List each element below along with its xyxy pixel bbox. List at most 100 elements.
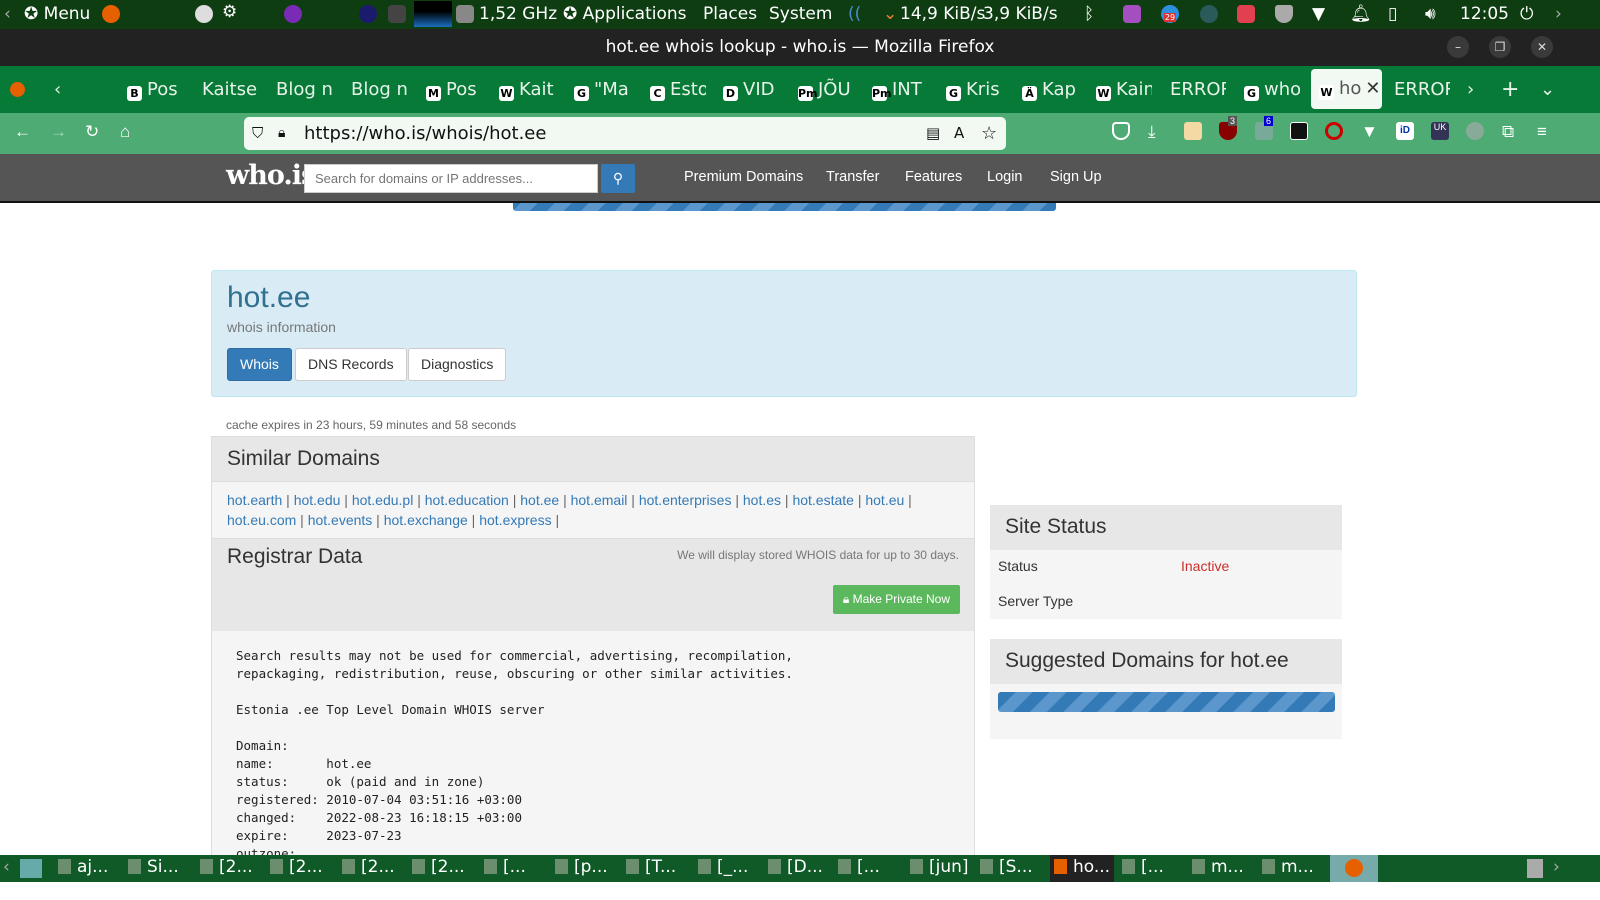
vtr-extension-icon[interactable] bbox=[1290, 122, 1308, 140]
id-extension-icon[interactable]: iD bbox=[1396, 122, 1414, 140]
system-menu[interactable]: System bbox=[769, 4, 832, 24]
nav-premium-domains[interactable]: Premium Domains bbox=[684, 169, 803, 185]
browser-tab[interactable]: W Kain bbox=[1096, 76, 1152, 104]
close-window-button[interactable]: ✕ bbox=[1531, 36, 1553, 58]
similar-domain-link[interactable]: hot.edu.pl bbox=[352, 492, 414, 508]
back-button[interactable]: ← bbox=[14, 122, 31, 142]
shield-icon[interactable] bbox=[1275, 5, 1293, 23]
notes-extension-icon[interactable] bbox=[1184, 122, 1202, 140]
maximize-button[interactable]: ❐ bbox=[1489, 36, 1511, 58]
similar-domain-link[interactable]: hot.eu bbox=[865, 492, 904, 508]
panel-right-arrow[interactable]: › bbox=[1555, 4, 1562, 24]
bluetooth-icon[interactable]: ᛒ bbox=[1084, 4, 1094, 24]
similar-domain-link[interactable]: hot.estate bbox=[792, 492, 854, 508]
downloads-icon[interactable]: ⤓ bbox=[1148, 122, 1156, 142]
taskbar-item[interactable]: ho... bbox=[1050, 855, 1115, 882]
nav-transfer[interactable]: Transfer bbox=[826, 169, 879, 185]
calendar-icon[interactable]: 29 bbox=[1161, 5, 1179, 23]
battery-icon[interactable]: ▯ bbox=[1388, 4, 1397, 24]
taskbar-item[interactable]: [_... bbox=[698, 857, 748, 877]
filter-extension-icon[interactable]: ▼ bbox=[1361, 122, 1378, 142]
domain-search-input[interactable] bbox=[304, 164, 598, 193]
extension-6-icon[interactable]: 6 bbox=[1255, 116, 1274, 140]
applications-menu[interactable]: ✪ Applications bbox=[563, 4, 687, 24]
terminal-icon[interactable] bbox=[388, 5, 406, 23]
similar-domain-link[interactable]: hot.education bbox=[425, 492, 509, 508]
ublock-icon[interactable]: 3 bbox=[1219, 116, 1238, 140]
accessibility-icon[interactable] bbox=[195, 5, 213, 23]
search-button[interactable]: ⚲ bbox=[601, 164, 635, 193]
camera-icon[interactable] bbox=[1200, 5, 1218, 23]
taskbar-item[interactable]: [... bbox=[1122, 857, 1164, 877]
browser-tab[interactable]: G Kris bbox=[946, 76, 1002, 104]
nav-sign-up[interactable]: Sign Up bbox=[1050, 169, 1102, 185]
audio-recorder-icon[interactable] bbox=[1123, 5, 1141, 23]
taskbar-item[interactable]: aj... bbox=[58, 857, 108, 877]
places-menu[interactable]: Places bbox=[703, 4, 757, 24]
similar-domain-link[interactable]: hot.ee bbox=[520, 492, 559, 508]
pocket-icon[interactable] bbox=[1112, 122, 1130, 140]
taskbar-item[interactable]: [2... bbox=[200, 857, 253, 877]
nav-login[interactable]: Login bbox=[987, 169, 1022, 185]
taskbar-item[interactable]: [2... bbox=[342, 857, 395, 877]
block-icon[interactable] bbox=[1237, 5, 1255, 23]
make-private-button[interactable]: 🔒︎ Make Private Now bbox=[832, 585, 960, 614]
taskbar-right-arrow[interactable]: › bbox=[1553, 857, 1560, 877]
similar-domain-link[interactable]: hot.events bbox=[308, 512, 373, 528]
similar-domain-link[interactable]: hot.es bbox=[743, 492, 781, 508]
tracking-shield-icon[interactable]: ⛉ bbox=[252, 117, 263, 150]
bookmark-star-icon[interactable]: ☆ bbox=[981, 117, 997, 150]
tabs-scroll-right[interactable]: › bbox=[1467, 76, 1474, 104]
tab-whois[interactable]: Whois bbox=[227, 348, 292, 381]
browser-tab[interactable]: Blog n bbox=[351, 76, 407, 104]
similar-domain-link[interactable]: hot.edu bbox=[294, 492, 341, 508]
notification-icon[interactable]: 🔔︎ bbox=[1350, 4, 1372, 24]
firefox-view-icon[interactable] bbox=[10, 76, 30, 104]
link-extension-icon[interactable] bbox=[1325, 122, 1343, 140]
address-bar[interactable]: ⛉ 🔒︎ https://who.is/whois/hot.ee ▤ A ☆ bbox=[244, 117, 1006, 150]
browser-tab[interactable]: M Pos bbox=[426, 76, 482, 104]
browser-tab[interactable]: Gwho bbox=[1244, 76, 1300, 104]
browser-tab[interactable]: D VID bbox=[723, 76, 779, 104]
taskbar-item[interactable]: [S... bbox=[980, 857, 1033, 877]
url-text[interactable]: https://who.is/whois/hot.ee bbox=[304, 123, 546, 144]
browser-tab[interactable]: ERROR bbox=[1170, 76, 1226, 104]
forward-button[interactable]: → bbox=[50, 122, 67, 142]
tor-icon[interactable] bbox=[284, 5, 302, 23]
browser-tab[interactable]: C Esto bbox=[650, 76, 706, 104]
tabs-scroll-left[interactable]: ‹ bbox=[54, 76, 64, 104]
similar-domain-link[interactable]: hot.email bbox=[571, 492, 628, 508]
lock-icon[interactable]: 🔒︎ bbox=[278, 117, 285, 150]
reload-button[interactable]: ↻ bbox=[85, 122, 99, 142]
firefox-launcher-icon[interactable] bbox=[102, 5, 120, 23]
taskbar-left-arrow[interactable]: ‹ bbox=[3, 857, 10, 877]
browser-tab[interactable]: G "Ma bbox=[574, 76, 630, 104]
similar-domain-link[interactable]: hot.earth bbox=[227, 492, 282, 508]
similar-domain-link[interactable]: hot.express bbox=[479, 512, 551, 528]
similar-domain-link[interactable]: hot.exchange bbox=[384, 512, 468, 528]
taskbar-item[interactable]: [2... bbox=[270, 857, 323, 877]
browser-tab[interactable]: Kaitse bbox=[202, 76, 258, 104]
power-icon[interactable]: ⏻ bbox=[1520, 4, 1533, 24]
volume-icon[interactable]: 🔊︎ bbox=[1425, 4, 1436, 24]
browser-tab[interactable]: Who ✕ bbox=[1311, 69, 1382, 109]
settings-icon[interactable]: ⚙ bbox=[222, 2, 237, 22]
list-all-tabs-button[interactable]: ⌄ bbox=[1540, 76, 1555, 104]
taskbar-item[interactable]: Si... bbox=[128, 857, 179, 877]
browser-tab[interactable]: B Pos bbox=[127, 76, 183, 104]
home-button[interactable]: ⌂ bbox=[120, 122, 130, 142]
translate-icon[interactable]: A bbox=[954, 117, 964, 150]
panel-left-arrow[interactable]: ‹ bbox=[4, 4, 11, 24]
tab-dns-records[interactable]: DNS Records bbox=[295, 348, 407, 381]
similar-domain-link[interactable]: hot.enterprises bbox=[639, 492, 732, 508]
show-desktop-button[interactable] bbox=[20, 859, 42, 878]
app-menu-icon[interactable]: ≡ bbox=[1537, 122, 1547, 142]
trash-icon[interactable] bbox=[1527, 859, 1543, 878]
taskbar-item[interactable]: [... bbox=[484, 857, 526, 877]
taskbar-item[interactable]: [p... bbox=[555, 857, 608, 877]
whois-logo[interactable]: who.is bbox=[226, 160, 316, 191]
browser-tab[interactable]: PmJÕU bbox=[798, 76, 854, 104]
browser-tab[interactable]: Ä Kap bbox=[1022, 76, 1078, 104]
opera-icon[interactable] bbox=[359, 5, 377, 23]
taskbar-item[interactable]: [2... bbox=[412, 857, 465, 877]
